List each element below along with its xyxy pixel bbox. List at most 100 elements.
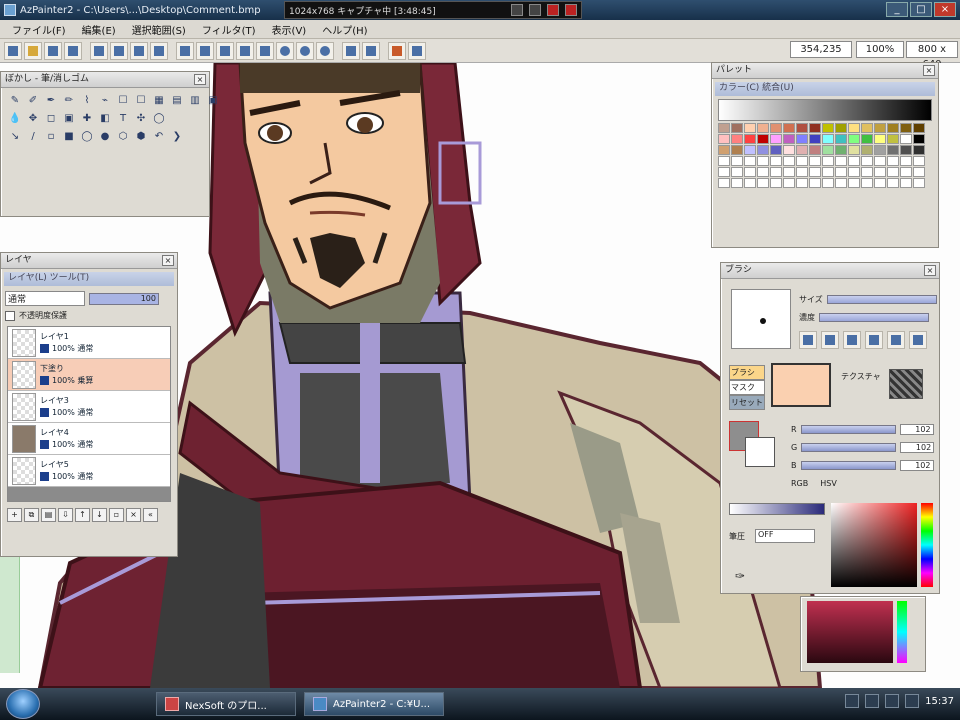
size-slider[interactable] [826,294,937,304]
color-swatch[interactable] [718,167,730,177]
tool-icon[interactable]: ⬡ [115,128,131,144]
color-swatch[interactable] [822,167,834,177]
security-icon[interactable] [885,694,900,708]
color-swatch[interactable] [913,134,925,144]
color-swatch[interactable] [770,167,782,177]
view-3-button[interactable] [216,41,234,60]
brush-type-4[interactable] [865,331,883,349]
zoom-in-button[interactable] [276,41,294,60]
color-swatch[interactable] [809,123,821,133]
taskbar-item[interactable]: NexSoft のプロ... [156,692,296,716]
saturation-value-picker[interactable] [831,503,917,587]
color-swatch[interactable] [822,178,834,188]
color-swatch[interactable] [757,178,769,188]
eyedropper-icon[interactable]: ✑ [735,569,745,583]
color-swatch[interactable] [809,167,821,177]
color-swatch[interactable] [744,178,756,188]
tool-icon[interactable] [187,110,203,126]
tool-icon[interactable]: ✚ [79,110,95,126]
red-value[interactable]: 102 [899,423,934,435]
tool-icon[interactable]: ☐ [133,92,149,108]
taskbar-item[interactable]: AzPainter2 - C:¥U... [304,692,444,716]
layer-row[interactable]: レイヤ1 100% 通常 [8,327,170,359]
move-up-button[interactable]: ↑ [75,508,90,522]
eye-icon[interactable] [40,439,49,449]
color-swatch[interactable] [900,145,912,155]
update-icon[interactable] [905,694,920,708]
color-panel-tabs[interactable]: カラー(C) 統合(U) [715,82,935,96]
mini-hue-slider[interactable] [897,601,907,663]
color-swatch[interactable] [796,134,808,144]
color-swatch[interactable] [848,156,860,166]
eye-icon[interactable] [40,343,49,353]
color-swatch[interactable] [887,123,899,133]
color-swatch[interactable] [757,156,769,166]
color-swatch[interactable] [770,156,782,166]
color-swatch[interactable] [731,178,743,188]
color-swatch[interactable] [822,134,834,144]
color-swatch[interactable] [796,156,808,166]
brush-type-6[interactable] [909,331,927,349]
redo-button[interactable] [362,41,380,60]
tool-icon[interactable]: ☐ [115,92,131,108]
color-swatch[interactable] [809,145,821,155]
tool-icon[interactable] [187,128,203,144]
blue-value[interactable]: 102 [899,459,934,471]
density-slider[interactable] [819,312,929,322]
opacity-slider[interactable]: 100 [89,292,159,305]
color-swatch[interactable] [796,178,808,188]
tool-icon[interactable]: ✥ [25,110,41,126]
eye-icon[interactable] [40,471,49,481]
tool-icon[interactable]: ✣ [133,110,149,126]
layer-row[interactable]: 下塗り 100% 乗算 [8,359,170,391]
color-swatch[interactable] [757,167,769,177]
tool-icon[interactable] [205,128,221,144]
tool-icon[interactable] [205,110,221,126]
color-swatch[interactable] [731,167,743,177]
tool-icon[interactable]: ⬢ [133,128,149,144]
tool-icon[interactable]: T [115,110,131,126]
tool-icon[interactable]: ◯ [151,110,167,126]
color-swatch[interactable] [874,123,886,133]
mini-color-picker[interactable] [807,601,893,663]
color-swatch[interactable] [887,145,899,155]
merge-layer-button[interactable]: ⇩ [58,508,73,522]
color-panel-close-button[interactable]: × [923,65,935,76]
color-swatch[interactable] [861,178,873,188]
color-swatch[interactable] [861,145,873,155]
brush-mode-item[interactable]: リセット [729,395,765,410]
color-swatch[interactable] [744,167,756,177]
color-swatch[interactable] [874,178,886,188]
copy-layer-button[interactable]: ⧉ [24,508,39,522]
color-swatch[interactable] [770,134,782,144]
color-swatch[interactable] [848,145,860,155]
brush-mode-item[interactable]: ブラシ [729,365,765,380]
blend-mode-select[interactable]: 通常 [5,291,85,306]
layer-panel-close-button[interactable]: × [162,255,174,266]
tool-icon[interactable]: ✏ [61,92,77,108]
close-button[interactable]: × [934,2,956,17]
tool-panel-close-button[interactable]: × [194,74,206,85]
clock[interactable]: 15:37 [925,696,954,707]
maximize-button[interactable]: □ [910,2,932,17]
color-swatch[interactable] [809,134,821,144]
minimize-button[interactable]: _ [886,2,908,17]
color-swatch[interactable] [900,178,912,188]
tool-icon[interactable]: ● [97,128,113,144]
color-swatch[interactable] [744,123,756,133]
color-swatch[interactable] [770,178,782,188]
color-swatch[interactable] [848,123,860,133]
color-swatch[interactable] [848,167,860,177]
brush-mode-item[interactable]: マスク [729,380,765,395]
hsv-radio[interactable]: HSV [820,479,837,488]
color-picker-button[interactable] [388,41,406,60]
tool-icon[interactable]: ▥ [187,92,203,108]
color-swatch[interactable] [770,123,782,133]
color-swatch[interactable] [718,145,730,155]
color-swatch[interactable] [900,156,912,166]
grayscale-bar[interactable] [718,99,932,121]
color-swatch[interactable] [874,167,886,177]
color-swatch[interactable] [835,123,847,133]
move-down-button[interactable]: ↓ [92,508,107,522]
color-swatch[interactable] [744,145,756,155]
